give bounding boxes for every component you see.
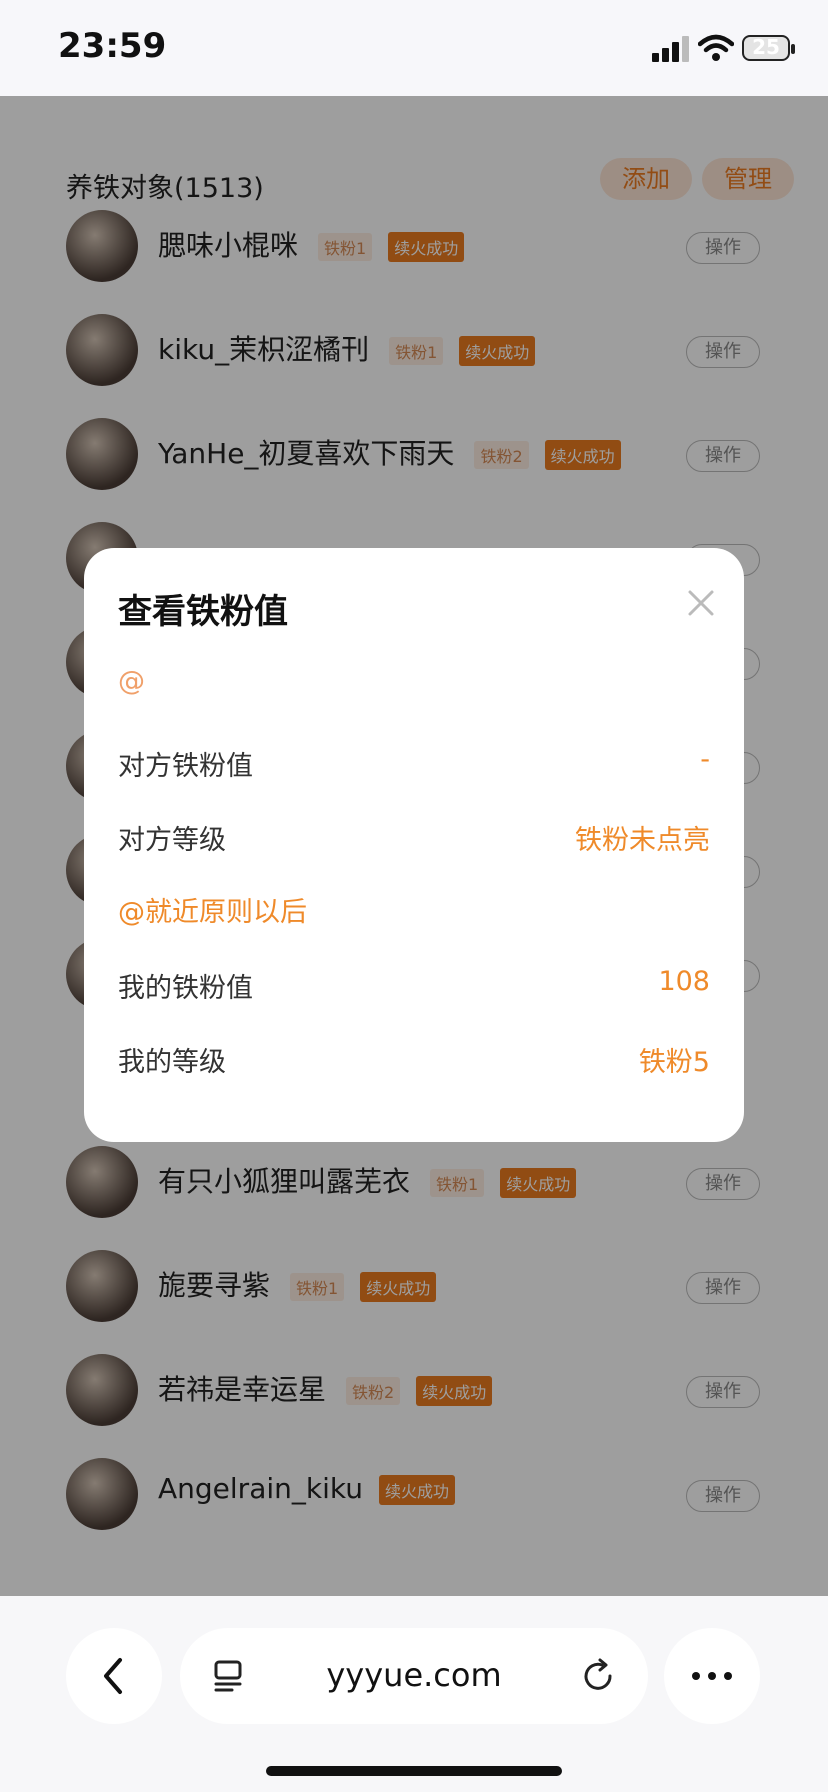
dialog-title: 查看铁粉值 [118, 592, 288, 632]
signal-icon [652, 36, 689, 62]
battery-icon: 25 [742, 35, 795, 61]
my-level-label: 我的等级 [118, 1047, 226, 1078]
status-bar: 23:59 25 [0, 0, 828, 96]
their-value: - [700, 744, 710, 775]
their-level: 铁粉未点亮 [575, 825, 710, 856]
address-bar[interactable]: yyyue.com [180, 1628, 648, 1724]
their-value-label: 对方铁粉值 [118, 751, 253, 782]
battery-level: 25 [752, 35, 780, 59]
wifi-icon [698, 34, 734, 61]
my-value-label: 我的铁粉值 [118, 973, 253, 1004]
my-level: 铁粉5 [638, 1047, 710, 1078]
home-indicator [266, 1766, 562, 1776]
more-button[interactable] [664, 1628, 760, 1724]
status-time: 23:59 [58, 26, 167, 66]
target-handle: @ [118, 666, 145, 697]
my-handle: @就近原则以后 [118, 897, 307, 928]
reload-icon[interactable] [580, 1658, 616, 1694]
browser-toolbar: yyyue.com [0, 1596, 828, 1792]
my-value: 108 [658, 966, 710, 997]
url-text: yyyue.com [326, 1656, 502, 1694]
close-icon[interactable] [686, 588, 716, 618]
their-level-label: 对方等级 [118, 825, 226, 856]
back-button[interactable] [66, 1628, 162, 1724]
more-icon [692, 1672, 732, 1680]
fan-value-dialog: 查看铁粉值 @ 对方铁粉值 - 对方等级 铁粉未点亮 @就近原则以后 我的铁粉值… [84, 548, 744, 1142]
chevron-left-icon [104, 1658, 122, 1694]
